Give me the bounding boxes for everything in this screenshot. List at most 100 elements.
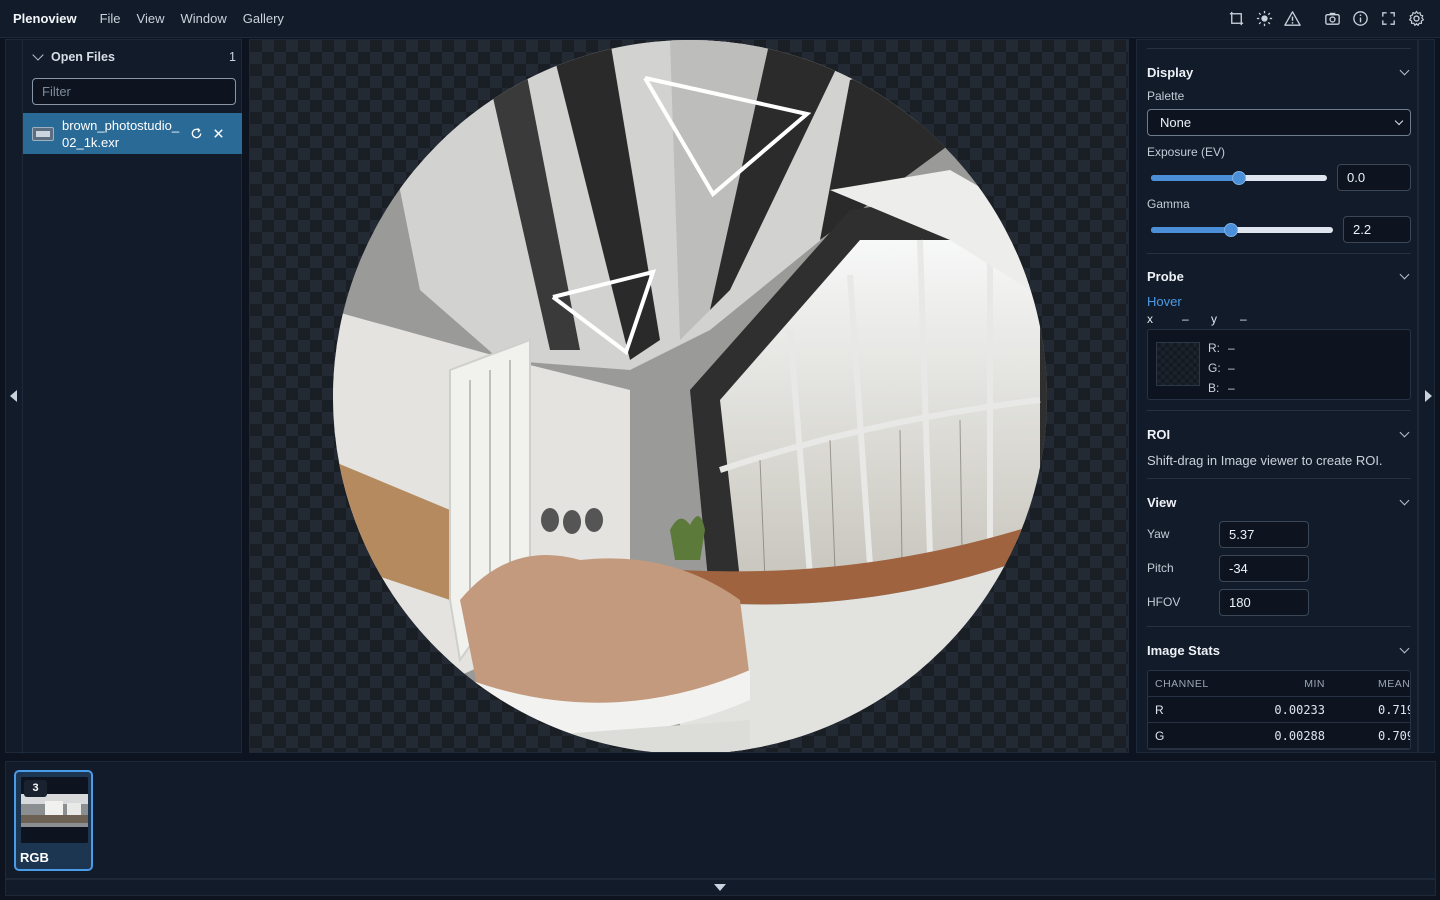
left-panel: Open Files 1 brown_photostudio_02_1k.exr <box>5 39 242 754</box>
exposure-input[interactable]: 0.0 <box>1337 164 1411 191</box>
divider <box>1147 253 1411 254</box>
fisheye-image[interactable] <box>250 40 1129 753</box>
chevron-down-icon <box>1399 427 1410 437</box>
pitch-row: Pitch -34 <box>1147 551 1411 585</box>
open-files-header[interactable]: Open Files 1 <box>23 40 242 74</box>
warning-icon[interactable] <box>1283 9 1302 28</box>
info-icon[interactable] <box>1351 9 1370 28</box>
display-title: Display <box>1147 64 1194 80</box>
probe-g-value: – <box>1228 361 1235 375</box>
image-file-icon <box>32 126 54 141</box>
menu-file[interactable]: File <box>100 11 121 26</box>
stats-channel: R <box>1155 702 1164 717</box>
bottom-panel-collapse[interactable] <box>5 879 1436 896</box>
column-header-min: MIN <box>1304 677 1325 690</box>
menu-bar: Plenoview File View Window Gallery <box>0 0 1440 38</box>
divider <box>1147 48 1411 49</box>
hfov-row: HFOV 180 <box>1147 585 1411 619</box>
column-header-channel: CHANNEL <box>1155 677 1209 690</box>
filter-input[interactable] <box>32 78 236 105</box>
divider <box>1147 410 1411 411</box>
right-panel: Display Palette None Exposure (EV) 0.0 G… <box>1136 39 1418 753</box>
close-icon[interactable] <box>212 127 225 140</box>
probe-y-value: – <box>1240 312 1247 326</box>
probe-header[interactable]: Probe <box>1147 265 1411 287</box>
file-name: brown_photostudio_02_1k.exr <box>62 117 180 150</box>
gamma-slider-handle[interactable] <box>1224 222 1239 237</box>
open-files-section: Open Files 1 brown_photostudio_02_1k.exr <box>23 40 242 754</box>
view-header[interactable]: View <box>1147 491 1411 513</box>
image-stats-title: Image Stats <box>1147 642 1220 658</box>
divider <box>1147 478 1411 479</box>
probe-coordinates: x – y – <box>1147 312 1411 326</box>
pitch-input[interactable]: -34 <box>1219 554 1309 582</box>
divider <box>1147 626 1411 627</box>
stats-min: 0.00288 <box>1274 728 1325 743</box>
probe-g-label: G: <box>1208 361 1221 375</box>
hfov-input[interactable]: 180 <box>1219 588 1309 616</box>
palette-label: Palette <box>1147 89 1185 103</box>
image-viewer[interactable] <box>249 39 1129 753</box>
gear-icon[interactable] <box>1407 9 1426 28</box>
fullscreen-icon[interactable] <box>1379 9 1398 28</box>
menu-gallery[interactable]: Gallery <box>243 11 284 26</box>
column-header-mean: MEAN <box>1378 677 1411 690</box>
probe-title: Probe <box>1147 268 1184 284</box>
menu-window[interactable]: Window <box>180 11 226 26</box>
channel-count-badge: 3 <box>24 780 47 797</box>
roi-hint: Shift-drag in Image viewer to create ROI… <box>1147 453 1383 468</box>
chevron-down-icon <box>1399 643 1410 653</box>
right-panel-collapse[interactable] <box>1418 39 1435 753</box>
menu-view[interactable]: View <box>137 11 165 26</box>
probe-b-value: – <box>1228 381 1235 395</box>
exposure-slider[interactable] <box>1151 170 1327 185</box>
probe-b-label: B: <box>1208 381 1220 395</box>
exposure-label: Exposure (EV) <box>1147 145 1226 159</box>
reload-icon[interactable] <box>190 127 203 140</box>
probe-x-label: x <box>1147 312 1153 326</box>
roi-title: ROI <box>1147 426 1171 442</box>
image-stats-header[interactable]: Image Stats <box>1147 639 1411 661</box>
display-header[interactable]: Display <box>1147 61 1411 83</box>
chevron-down-icon <box>32 49 44 61</box>
left-panel-collapse[interactable] <box>6 40 23 754</box>
palette-select[interactable]: None <box>1147 109 1411 136</box>
roi-header[interactable]: ROI <box>1147 423 1411 445</box>
probe-x-value: – <box>1182 312 1189 326</box>
chevron-down-icon <box>1399 269 1410 279</box>
sun-icon[interactable] <box>1255 9 1274 28</box>
yaw-input[interactable]: 5.37 <box>1219 520 1309 548</box>
app-name: Plenoview <box>13 11 77 26</box>
crop-icon[interactable] <box>1227 9 1246 28</box>
file-item[interactable]: brown_photostudio_02_1k.exr <box>23 113 242 154</box>
channel-strip: 3 RGB <box>5 761 1436 879</box>
gamma-slider[interactable] <box>1151 222 1333 237</box>
probe-r-value: – <box>1228 341 1235 355</box>
pitch-label: Pitch <box>1147 561 1174 575</box>
palette-value: None <box>1160 115 1192 130</box>
table-row: R 0.00233 0.719 <box>1148 697 1410 723</box>
probe-readout: R: – G: – B: – <box>1147 329 1411 400</box>
stats-mean: 0.709 <box>1378 728 1411 743</box>
chevron-down-icon <box>1399 65 1410 75</box>
exposure-slider-handle[interactable] <box>1232 170 1246 185</box>
channel-thumbnail: 3 <box>21 777 88 843</box>
chevron-down-icon <box>714 884 726 891</box>
image-stats-table: CHANNEL MIN MEAN R 0.00233 0.719 G 0.002… <box>1147 670 1411 750</box>
camera-icon[interactable] <box>1323 9 1342 28</box>
table-header: CHANNEL MIN MEAN <box>1148 671 1410 697</box>
open-files-title: Open Files <box>51 50 115 64</box>
probe-y-label: y <box>1211 312 1217 326</box>
toolbar <box>1227 9 1426 28</box>
open-files-count: 1 <box>229 50 236 64</box>
chevron-right-icon <box>1425 390 1432 402</box>
yaw-label: Yaw <box>1147 527 1170 541</box>
gamma-input[interactable]: 2.2 <box>1343 216 1411 243</box>
gamma-label: Gamma <box>1147 197 1190 211</box>
probe-r-label: R: <box>1208 341 1220 355</box>
channel-card-rgb[interactable]: 3 RGB <box>14 770 93 871</box>
hfov-label: HFOV <box>1147 595 1181 609</box>
probe-mode[interactable]: Hover <box>1147 294 1411 309</box>
gamma-slider-fill <box>1151 226 1232 233</box>
yaw-row: Yaw 5.37 <box>1147 517 1411 551</box>
